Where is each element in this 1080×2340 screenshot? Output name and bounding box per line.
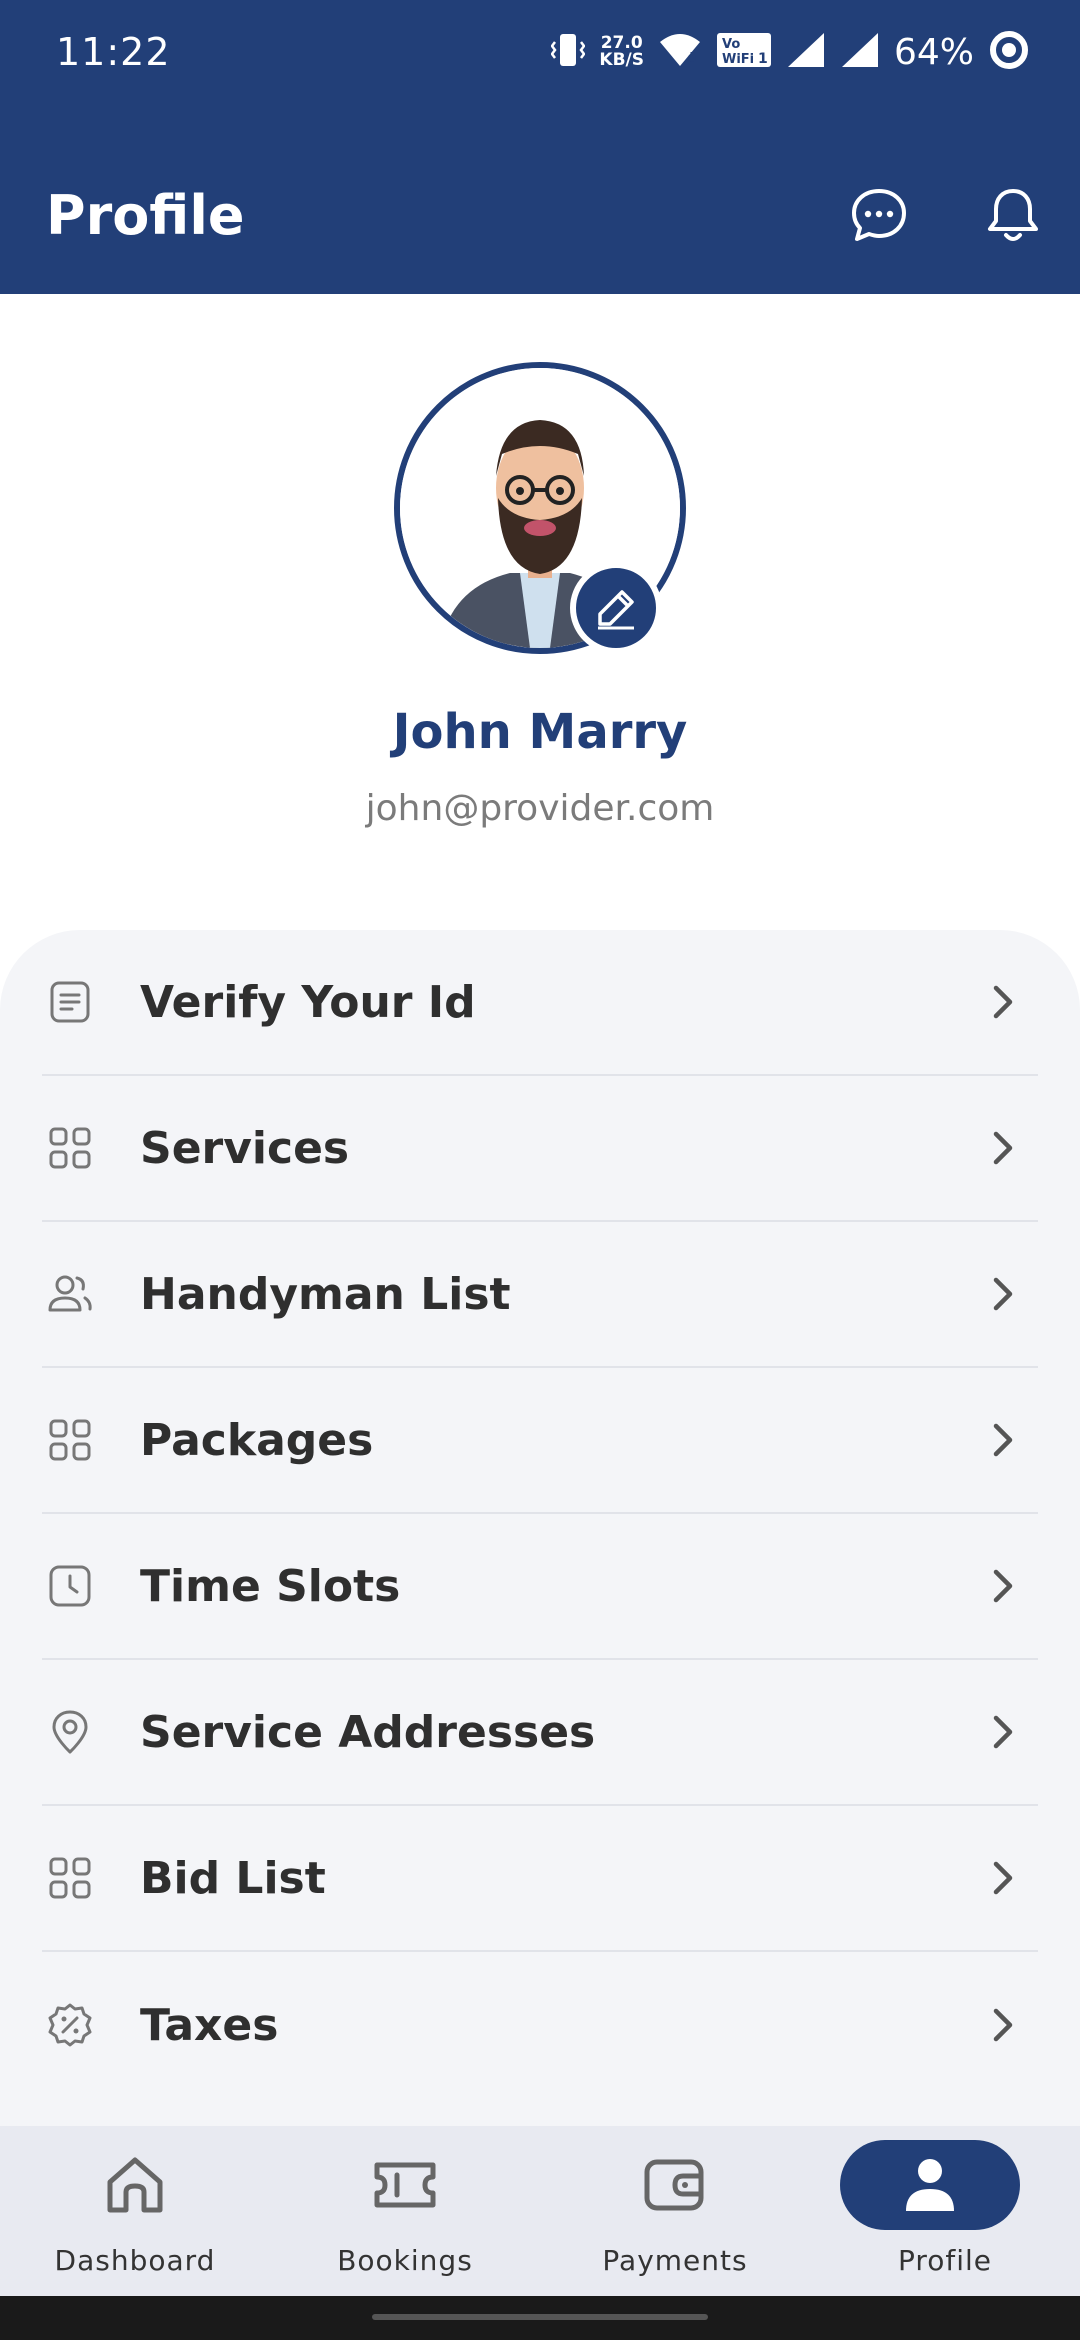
gesture-bar [0,2296,1080,2340]
pencil-icon [598,590,634,630]
grid-icon [42,1412,98,1468]
person-icon [840,2140,1020,2230]
menu-item-label: Taxes [140,1999,279,2051]
profile-name: John Marry [392,704,688,760]
app-bar: 11:22 27.0 KB/S Vo WiFi 1 64% Profile [0,0,1080,294]
users-icon [42,1266,98,1322]
location-pin-icon [42,1704,98,1760]
menu-item-label: Packages [140,1414,374,1466]
percent-badge-icon [42,1997,98,2053]
menu-item-handyman-list[interactable]: Handyman List [42,1222,1038,1368]
nav-label: Payments [602,2244,748,2277]
menu-item-service-addresses[interactable]: Service Addresses [42,1660,1038,1806]
chevron-right-icon [982,1858,1022,1898]
chevron-right-icon [982,1566,1022,1606]
menu-item-label: Bid List [140,1852,326,1904]
vibrate-icon [550,30,586,74]
nav-profile[interactable]: Profile [810,2126,1080,2296]
chat-icon [852,189,906,241]
nav-payments[interactable]: Payments [540,2126,810,2296]
nav-label: Bookings [337,2244,473,2277]
nav-label: Profile [897,2244,993,2277]
menu-item-label: Service Addresses [140,1706,596,1758]
menu-item-label: Handyman List [140,1268,511,1320]
volte-wifi-icon: Vo WiFi 1 [716,31,772,73]
edit-avatar-button[interactable] [570,562,662,654]
svg-text:Vo: Vo [722,37,740,52]
network-speed-unit: KB/S [599,50,644,70]
grid-icon [42,1850,98,1906]
profile-header: John Marry john@provider.com [0,294,1080,934]
signal-icon-1 [786,31,826,73]
ticket-icon [355,2140,455,2230]
bottom-nav: Dashboard Bookings Payments Profile [0,2126,1080,2296]
clock-icon [42,1558,98,1614]
chevron-right-icon [982,1128,1022,1168]
battery-percent: 64% [893,31,974,73]
chevron-right-icon [982,1274,1022,1314]
grid-icon [42,1120,98,1176]
battery-ring-icon [988,29,1030,75]
nav-dashboard[interactable]: Dashboard [0,2126,270,2296]
signal-icon-2 [840,31,880,73]
page-title: Profile [46,184,245,247]
chevron-right-icon [982,982,1022,1022]
menu-item-label: Verify Your Id [140,976,476,1028]
chevron-right-icon [982,2005,1022,2045]
wallet-icon [625,2140,725,2230]
status-bar: 11:22 27.0 KB/S Vo WiFi 1 64% [0,0,1080,104]
notifications-button[interactable] [980,182,1046,248]
network-speed: 27.0 KB/S [599,35,644,69]
svg-text:1: 1 [758,51,768,67]
menu-item-time-slots[interactable]: Time Slots [42,1514,1038,1660]
menu-item-label: Services [140,1122,350,1174]
menu-item-verify-your-id[interactable]: Verify Your Id [42,930,1038,1076]
menu-item-taxes[interactable]: Taxes [42,1952,1038,2098]
id-document-icon [42,974,98,1030]
svg-text:WiFi: WiFi [722,52,754,67]
chat-button[interactable] [846,182,912,248]
chevron-right-icon [982,1712,1022,1752]
nav-label: Dashboard [54,2244,216,2277]
menu-item-bid-list[interactable]: Bid List [42,1806,1038,1952]
status-time: 11:22 [56,30,171,74]
status-icons: 27.0 KB/S Vo WiFi 1 64% [550,26,1030,78]
menu-item-packages[interactable]: Packages [42,1368,1038,1514]
nav-bookings[interactable]: Bookings [270,2126,540,2296]
home-icon [85,2140,185,2230]
menu-item-services[interactable]: Services [42,1076,1038,1222]
menu-card: Verify Your Id Services Handyman List Pa… [0,930,1080,2130]
profile-email: john@provider.com [365,788,715,829]
home-gesture-handle[interactable] [372,2314,708,2320]
chevron-right-icon [982,1420,1022,1460]
bell-icon [988,189,1038,241]
menu-item-label: Time Slots [140,1560,401,1612]
wifi-icon [658,32,702,72]
